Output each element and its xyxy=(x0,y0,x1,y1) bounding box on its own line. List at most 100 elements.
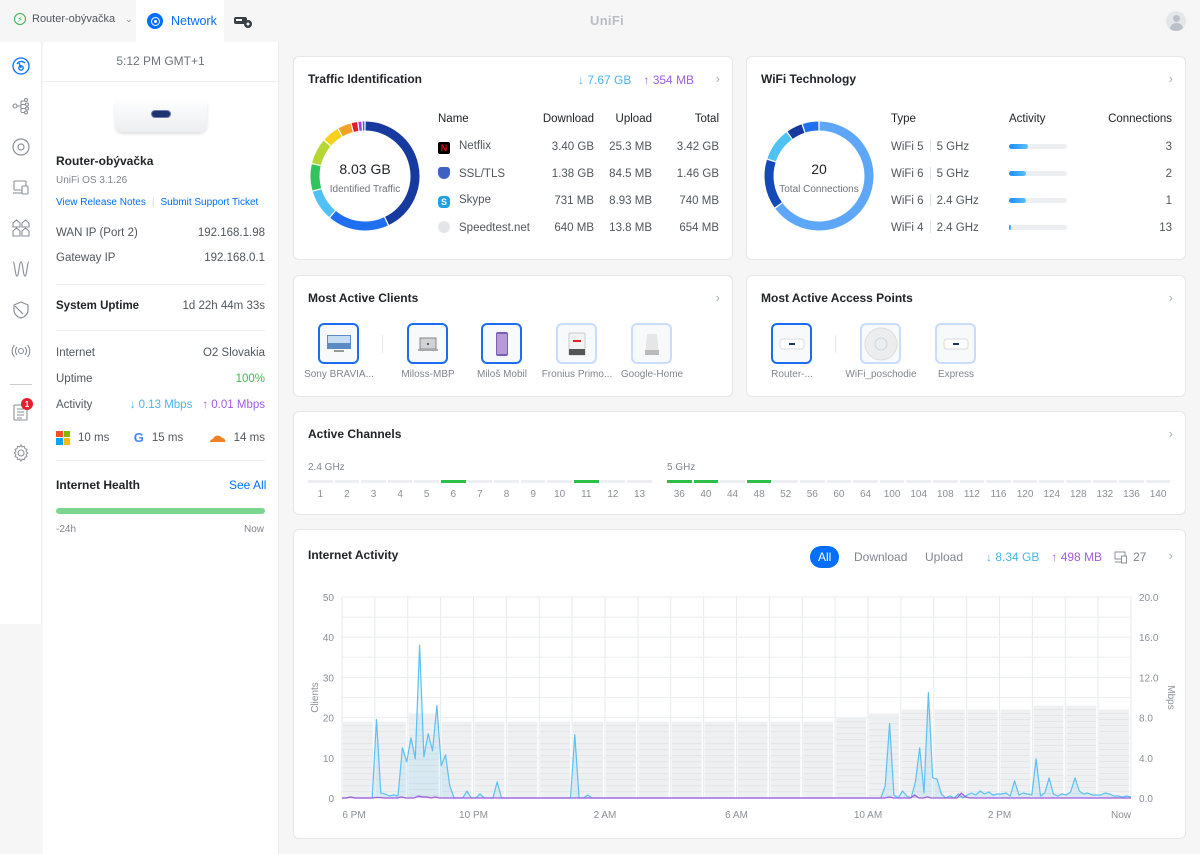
channel-number: 128 xyxy=(1069,489,1087,500)
aps-device-tile[interactable] xyxy=(771,323,812,364)
ap-disc-device-icon xyxy=(864,327,898,361)
clients-device-tile[interactable] xyxy=(481,323,522,364)
filter-all[interactable]: All xyxy=(810,546,840,568)
channel-number: 9 xyxy=(530,489,536,500)
aps-device-name: Router-... xyxy=(771,369,813,380)
site-selector[interactable]: ⚡ Router-obývačka ⌄ xyxy=(14,13,133,25)
support-ticket-link[interactable]: Submit Support Ticket xyxy=(160,197,258,208)
channel-indicator xyxy=(773,480,798,483)
insights-icon[interactable] xyxy=(11,259,31,279)
table-row[interactable]: WiFi 5 5 GHz 3 xyxy=(891,133,1172,160)
channel-indicator xyxy=(1119,480,1144,483)
nav-divider xyxy=(10,384,32,385)
channel-number: 6 xyxy=(450,489,457,500)
channel-number: 5 xyxy=(423,489,430,500)
router-device-icon xyxy=(943,337,969,351)
table-row[interactable]: SSL/TLS 1.38 GB 84.5 MB 1.46 GB xyxy=(438,160,719,187)
filter-upload[interactable]: Upload xyxy=(925,550,963,564)
clients-device-tile[interactable] xyxy=(556,323,597,364)
chevron-right-icon[interactable]: › xyxy=(1169,426,1173,441)
client-devices-icon[interactable] xyxy=(11,177,31,197)
gateway-ip-label: Gateway IP xyxy=(56,252,116,264)
wifi-donut-slice[interactable] xyxy=(787,124,805,139)
x-tick: 6 PM xyxy=(342,810,365,821)
filter-download[interactable]: Download xyxy=(854,550,907,564)
ports-icon[interactable] xyxy=(11,218,31,238)
traffic-donut-slice[interactable] xyxy=(338,123,353,137)
table-row[interactable]: S Skype 731 MB 8.93 MB 740 MB xyxy=(438,187,719,214)
traffic-donut-slice[interactable] xyxy=(324,129,343,146)
separator xyxy=(929,194,931,206)
traffic-donut-slice[interactable] xyxy=(351,122,359,132)
clients-device-tile[interactable] xyxy=(407,323,448,364)
chevron-right-icon[interactable]: › xyxy=(716,71,720,86)
chevron-right-icon[interactable]: › xyxy=(716,290,720,305)
col-total: Total xyxy=(694,113,719,125)
network-app-tab[interactable]: Network xyxy=(136,0,224,42)
divider xyxy=(56,330,265,331)
y-right-tick: 8.0 xyxy=(1139,714,1153,725)
local-time: 5:12 PM GMT+1 xyxy=(43,42,278,82)
channel-number: 36 xyxy=(673,489,685,500)
chevron-right-icon[interactable]: › xyxy=(1169,71,1173,86)
see-all-link[interactable]: See All xyxy=(229,478,266,492)
y-left-tick: 50 xyxy=(323,593,335,604)
app-total: 654 MB xyxy=(679,221,719,234)
aps-device-tile[interactable] xyxy=(935,323,976,364)
user-avatar-icon[interactable] xyxy=(1166,11,1186,31)
clients-bar xyxy=(737,721,768,799)
table-row[interactable]: WiFi 4 2.4 GHz 13 xyxy=(891,214,1172,241)
latency-microsoft: 10 ms xyxy=(56,430,109,445)
clients-bar xyxy=(1099,709,1129,799)
table-row[interactable]: WiFi 6 5 GHz 2 xyxy=(891,160,1172,187)
security-shield-icon[interactable] xyxy=(11,300,31,320)
internet-uptime-row: Uptime 100% xyxy=(56,373,265,385)
channel-indicator xyxy=(746,480,772,483)
app-name: SSL/TLS xyxy=(459,168,506,180)
wifi-table: Type Activity Connections WiFi 55 GHz 3W… xyxy=(891,105,1172,241)
netflix-icon: N xyxy=(438,141,450,154)
aps-device-tile[interactable] xyxy=(860,323,901,364)
table-row[interactable]: Speedtest.net 640 MB 13.8 MB 654 MB xyxy=(438,214,719,241)
clients-device-tile[interactable] xyxy=(631,323,672,364)
health-end-label: Now xyxy=(244,524,265,535)
internet-health-title: Internet Health xyxy=(56,478,141,492)
skype-icon: S xyxy=(438,195,450,208)
channel-number: 120 xyxy=(1016,489,1034,500)
topology-icon[interactable] xyxy=(11,96,31,116)
site-status-icon: ⚡ xyxy=(14,13,26,25)
app-download: 1.38 GB xyxy=(551,167,594,180)
ubiquiti-devices-icon[interactable] xyxy=(11,137,31,157)
dashboard-icon[interactable] xyxy=(11,56,31,76)
microsoft-icon xyxy=(56,430,70,445)
router-image xyxy=(115,98,207,132)
settings-gear-icon[interactable] xyxy=(11,443,31,463)
channel-indicator xyxy=(693,480,719,483)
tv-device-icon xyxy=(326,334,352,354)
protect-icon[interactable] xyxy=(233,13,253,29)
wifi-donut-slice[interactable] xyxy=(767,132,792,162)
table-row[interactable]: WiFi 6 2.4 GHz 1 xyxy=(891,187,1172,214)
radios-icon[interactable] xyxy=(11,341,31,361)
channel-indicator xyxy=(826,480,852,483)
chevron-right-icon[interactable]: › xyxy=(1169,290,1173,305)
chevron-right-icon[interactable]: › xyxy=(1169,548,1173,563)
channel-indicator xyxy=(547,480,572,483)
clients-device-tile[interactable] xyxy=(318,323,359,364)
traffic-donut-slice[interactable] xyxy=(330,210,388,231)
left-nav: 1 xyxy=(0,42,42,624)
table-row[interactable]: N Netflix 3.40 GB 25.3 MB 3.42 GB xyxy=(438,133,719,160)
release-notes-link[interactable]: View Release Notes xyxy=(56,197,146,208)
channel-number: 112 xyxy=(963,489,980,500)
channel-indicator xyxy=(879,480,905,483)
wifi-donut-slice[interactable] xyxy=(802,121,819,133)
wifi-connections: 2 xyxy=(1165,167,1172,180)
most-active-access-points-card: Most Active Access Points › Router-... Wi… xyxy=(746,275,1186,397)
channel-number: 2 xyxy=(344,489,350,500)
card-title: WiFi Technology xyxy=(761,72,856,86)
y-right-tick: 4.0 xyxy=(1139,754,1153,765)
internet-row: Internet O2 Slovakia xyxy=(56,347,265,359)
col-type: Type xyxy=(891,113,916,125)
notifications-icon[interactable]: 1 xyxy=(11,398,33,422)
chevron-down-icon: ⌄ xyxy=(125,13,133,24)
